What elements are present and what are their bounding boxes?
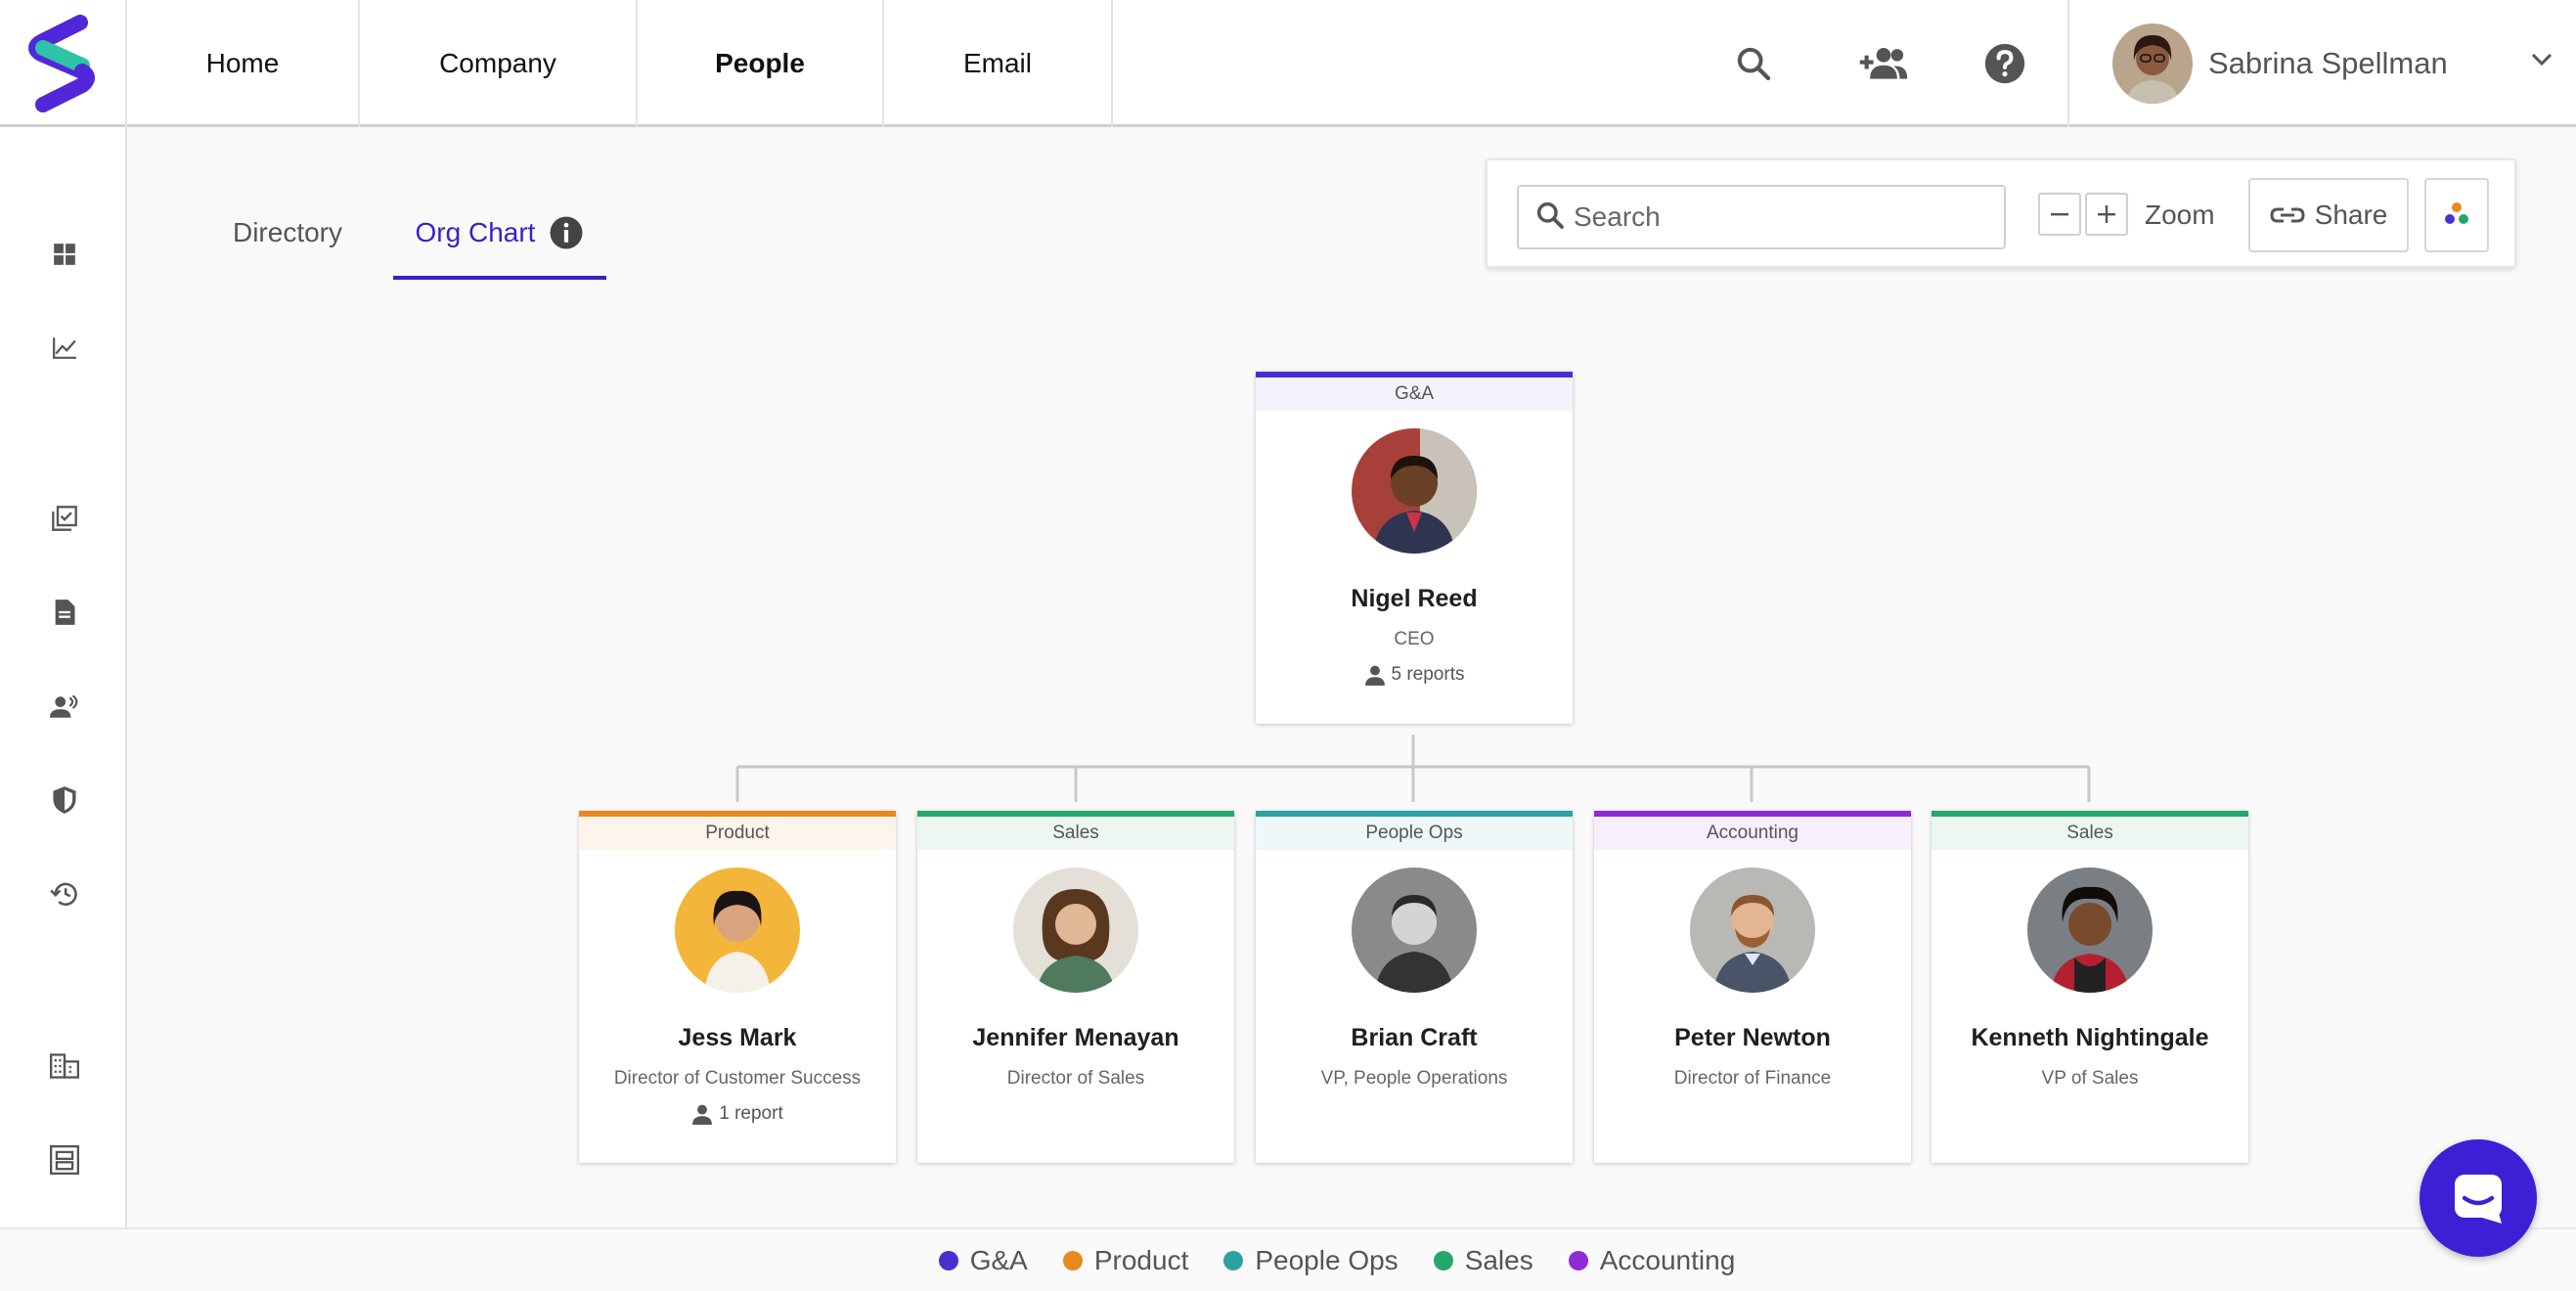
- avatar: [2027, 868, 2153, 993]
- chat-icon: [2455, 1175, 2502, 1224]
- card-department: Sales: [1932, 811, 2248, 850]
- card-name: Brian Craft: [1351, 1024, 1478, 1051]
- org-card-root[interactable]: G&A Nigel Reed CEO 5 reports: [1256, 372, 1573, 724]
- legend-item: Accounting: [1568, 1244, 1736, 1276]
- person-icon: [1364, 665, 1385, 686]
- legend-item: People Ops: [1223, 1244, 1399, 1276]
- reports-label: 5 reports: [1391, 664, 1465, 685]
- card-title: Director of Sales: [1006, 1068, 1145, 1089]
- legend-label: People Ops: [1255, 1244, 1399, 1275]
- reports-count[interactable]: 5 reports: [1256, 664, 1573, 686]
- card-title: Director of Customer Success: [613, 1068, 862, 1089]
- person-icon: [692, 1104, 713, 1125]
- legend-label: Product: [1093, 1244, 1189, 1275]
- card-department: G&A: [1256, 372, 1573, 411]
- org-card-child[interactable]: Accounting Peter Newton Director of Fina…: [1594, 811, 1911, 1163]
- card-title: VP, People Operations: [1320, 1068, 1508, 1089]
- card-name: Jennifer Menayan: [972, 1024, 1179, 1051]
- legend-label: Sales: [1464, 1244, 1533, 1275]
- card-title: Director of Finance: [1673, 1068, 1832, 1089]
- avatar: [1352, 868, 1477, 993]
- card-department: Accounting: [1594, 811, 1911, 850]
- card-department: Product: [579, 811, 896, 850]
- card-name: Kenneth Nightingale: [1971, 1024, 2209, 1051]
- reports-count[interactable]: 1 report: [579, 1103, 896, 1125]
- legend-item: Product: [1062, 1244, 1189, 1276]
- card-department: People Ops: [1256, 811, 1573, 850]
- org-card-child[interactable]: Product Jess Mark Director of Customer S…: [579, 811, 896, 1163]
- legend-dot: [938, 1250, 958, 1270]
- card-name: Peter Newton: [1674, 1024, 1831, 1051]
- legend-dot: [1062, 1250, 1083, 1270]
- card-department: Sales: [917, 811, 1234, 850]
- chat-launcher-button[interactable]: [2420, 1139, 2537, 1257]
- legend-dot: [1433, 1250, 1453, 1270]
- department-legend: G&A Product People Ops Sales Accounting: [0, 1227, 2576, 1291]
- avatar: [1352, 428, 1477, 554]
- org-card-child[interactable]: People Ops Brian Craft VP, People Operat…: [1256, 811, 1573, 1163]
- legend-label: G&A: [969, 1244, 1028, 1275]
- card-title: CEO: [1394, 629, 1435, 649]
- card-name: Jess Mark: [678, 1024, 797, 1051]
- avatar: [1690, 868, 1815, 993]
- reports-label: 1 report: [719, 1103, 783, 1124]
- legend-label: Accounting: [1599, 1244, 1736, 1275]
- avatar: [1013, 868, 1138, 993]
- avatar: [675, 868, 800, 993]
- legend-dot: [1568, 1250, 1588, 1270]
- card-title: VP of Sales: [2041, 1068, 2139, 1089]
- card-name: Nigel Reed: [1351, 585, 1478, 612]
- org-card-child[interactable]: Sales Kenneth Nightingale VP of Sales: [1932, 811, 2248, 1163]
- legend-item: Sales: [1433, 1244, 1533, 1276]
- legend-dot: [1223, 1250, 1244, 1270]
- org-card-child[interactable]: Sales Jennifer Menayan Director of Sales: [917, 811, 1234, 1163]
- legend-item: G&A: [938, 1244, 1028, 1276]
